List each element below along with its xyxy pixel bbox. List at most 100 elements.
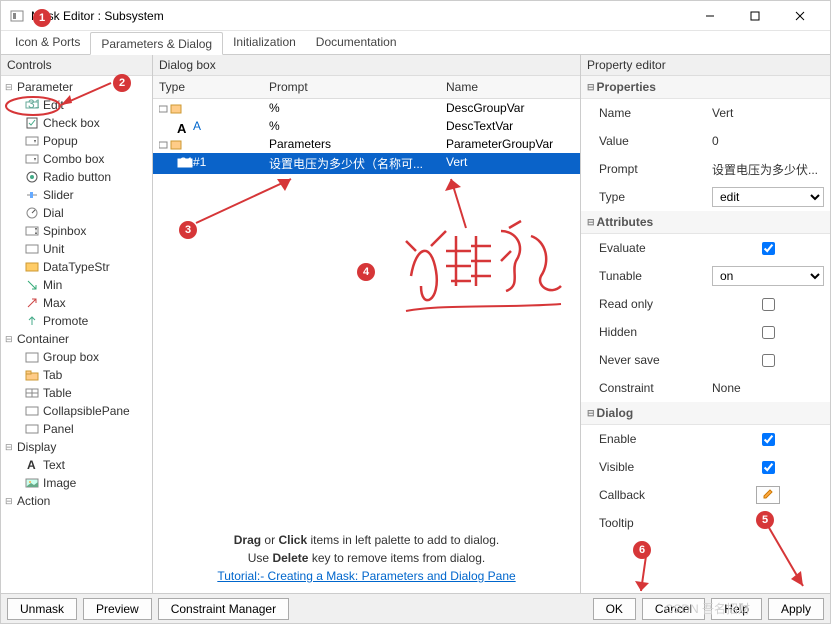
control-check-box[interactable]: Check box [1, 114, 152, 132]
annotation-badge-6: 6 [633, 541, 651, 559]
dialog-row[interactable]: %DescGroupVar [153, 99, 580, 117]
tutorial-link[interactable]: Tutorial:- Creating a Mask: Parameters a… [217, 569, 515, 583]
props-section-properties[interactable]: ⊟Properties [581, 76, 830, 99]
control-radio-button[interactable]: Radio button [1, 168, 152, 186]
prop-checkbox[interactable] [762, 433, 775, 446]
controls-group[interactable]: ⊟Container [1, 330, 152, 348]
control-unit[interactable]: Unit [1, 240, 152, 258]
tabbar: Icon & Ports Parameters & Dialog Initial… [1, 31, 830, 55]
combo-box-icon [25, 153, 39, 165]
prop-checkbox[interactable] [762, 298, 775, 311]
property-editor: Property editor ⊟PropertiesNameVertValue… [581, 55, 830, 593]
control-combo-box[interactable]: Combo box [1, 150, 152, 168]
control-text[interactable]: A Text [1, 456, 152, 474]
prop-select[interactable]: on [712, 266, 824, 286]
prop-name: NameVert [581, 99, 830, 127]
annotation-badge-4: 4 [357, 263, 375, 281]
edit-icon: 31 [25, 99, 39, 111]
control-image[interactable]: Image [1, 474, 152, 492]
collapse-icon: ⊟ [5, 442, 15, 453]
control-datatypestr[interactable]: DataTypeStr [1, 258, 152, 276]
tab-initialization[interactable]: Initialization [223, 31, 306, 54]
control-label: Slider [43, 188, 74, 202]
annotation-badge-5: 5 [756, 511, 774, 529]
row-prompt: Parameters [263, 135, 440, 153]
dialog-hint: Drag or Click items in left palette to a… [153, 523, 580, 593]
maximize-button[interactable] [732, 1, 777, 30]
prop-checkbox[interactable] [762, 326, 775, 339]
control-label: Spinbox [43, 224, 86, 238]
dialog-header: Dialog box [153, 55, 580, 76]
control-min[interactable]: Min [1, 276, 152, 294]
ok-button[interactable]: OK [593, 598, 636, 620]
minimize-button[interactable] [687, 1, 732, 30]
control-label: Popup [43, 134, 78, 148]
control-label: Radio button [43, 170, 111, 184]
prop-label: Hidden [599, 325, 712, 339]
control-label: DataTypeStr [43, 260, 110, 274]
prop-label: Constraint [599, 381, 712, 395]
prop-value: None [712, 381, 824, 395]
dialog-panel: Dialog box Type Prompt Name %DescGroupVa… [153, 55, 581, 593]
close-button[interactable] [777, 1, 822, 30]
constraint-manager-button[interactable]: Constraint Manager [158, 598, 289, 620]
image-icon [25, 477, 39, 489]
controls-group[interactable]: ⊟Display [1, 438, 152, 456]
control-group-box[interactable]: Group box [1, 348, 152, 366]
row-name: DescGroupVar [440, 99, 580, 117]
control-popup[interactable]: Popup [1, 132, 152, 150]
tab-documentation[interactable]: Documentation [306, 31, 407, 54]
text-icon: A [25, 459, 39, 471]
prop-label: Tunable [599, 269, 712, 283]
control-label: Tab [43, 368, 62, 382]
preview-button[interactable]: Preview [83, 598, 152, 620]
apply-button[interactable]: Apply [768, 598, 824, 620]
control-label: Image [43, 476, 76, 490]
controls-header: Controls [1, 55, 152, 76]
controls-group[interactable]: ⊟Action [1, 492, 152, 510]
tab-parameters-dialog[interactable]: Parameters & Dialog [90, 32, 223, 55]
control-edit[interactable]: 31Edit [1, 96, 152, 114]
tab-icon-ports[interactable]: Icon & Ports [5, 31, 90, 54]
row-name: DescTextVar [440, 117, 580, 135]
control-spinbox[interactable]: Spinbox [1, 222, 152, 240]
row-name: ParameterGroupVar [440, 135, 580, 153]
app-icon [9, 8, 25, 24]
dial-icon [25, 207, 39, 219]
control-label: Table [43, 386, 72, 400]
props-section-attributes[interactable]: ⊟Attributes [581, 211, 830, 234]
prop-never-save: Never save [581, 346, 830, 374]
prop-label: Callback [599, 488, 712, 502]
dialog-columns: Type Prompt Name [153, 76, 580, 99]
max-icon [25, 297, 39, 309]
control-collapsiblepane[interactable]: CollapsiblePane [1, 402, 152, 420]
controls-panel: Controls ⊟Parameter31EditCheck boxPopupC… [1, 55, 153, 593]
dialog-row[interactable]: 31#1设置电压为多少伏（名称可...Vert [153, 153, 580, 174]
props-section-dialog[interactable]: ⊟Dialog [581, 402, 830, 425]
prop-checkbox[interactable] [762, 242, 775, 255]
control-label: Dial [43, 206, 64, 220]
control-max[interactable]: Max [1, 294, 152, 312]
prop-label: Enable [599, 432, 712, 446]
slider-icon [25, 189, 39, 201]
dialog-row[interactable]: AA%DescTextVar [153, 117, 580, 135]
control-promote[interactable]: Promote [1, 312, 152, 330]
control-label: Min [43, 278, 62, 292]
datatypestr-icon [25, 261, 39, 273]
dialog-row[interactable]: ParametersParameterGroupVar [153, 135, 580, 153]
control-dial[interactable]: Dial [1, 204, 152, 222]
svg-text:31: 31 [28, 99, 39, 111]
prop-select[interactable]: edit [712, 187, 824, 207]
control-tab[interactable]: Tab [1, 366, 152, 384]
prop-label: Type [599, 190, 712, 204]
prop-checkbox[interactable] [762, 354, 775, 367]
control-label: Unit [43, 242, 64, 256]
unmask-button[interactable]: Unmask [7, 598, 77, 620]
prop-checkbox[interactable] [762, 461, 775, 474]
control-label: Text [43, 458, 65, 472]
control-panel[interactable]: Panel [1, 420, 152, 438]
control-table[interactable]: Table [1, 384, 152, 402]
prop-edit-button[interactable] [756, 486, 780, 504]
control-slider[interactable]: Slider [1, 186, 152, 204]
col-prompt: Prompt [263, 76, 440, 98]
